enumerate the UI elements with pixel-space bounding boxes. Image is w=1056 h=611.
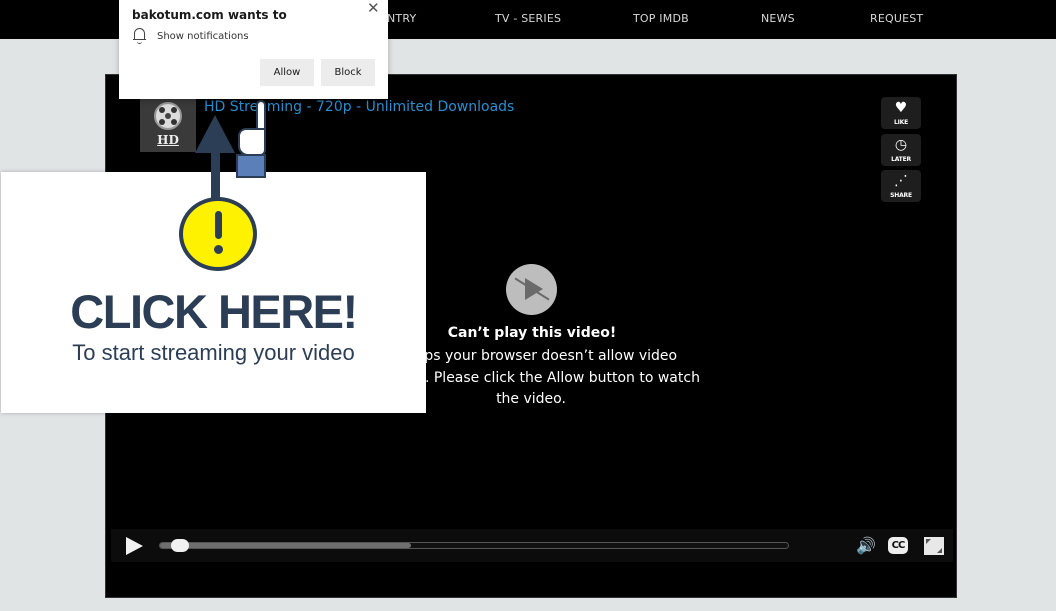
ad-headline: CLICK HERE!: [70, 285, 358, 338]
allow-button[interactable]: Allow: [260, 59, 314, 86]
share-button[interactable]: ⋰ SHARE: [881, 170, 921, 202]
seek-bar[interactable]: [159, 539, 789, 552]
block-button[interactable]: Block: [321, 59, 375, 86]
player-controls: 🔊 CC: [111, 529, 953, 562]
click-here-ad[interactable]: CLICK HERE! To start streaming your vide…: [1, 172, 426, 413]
nav-item-news[interactable]: NEWS: [761, 12, 795, 25]
blocked-play-icon: [506, 264, 557, 315]
play-icon[interactable]: [126, 537, 143, 555]
up-arrow-shaft: [211, 150, 220, 200]
share-label: SHARE: [890, 192, 912, 199]
later-button[interactable]: ◷ LATER: [881, 134, 921, 166]
fullscreen-icon[interactable]: [924, 537, 944, 555]
nav-item-tv-series[interactable]: TV - SERIES: [495, 12, 561, 25]
permission-text: Show notifications: [157, 31, 249, 42]
up-arrow-icon: [195, 115, 235, 153]
notification-permission-prompt: bakotum.com wants to ✕ Show notification…: [119, 0, 388, 99]
like-button[interactable]: ♥ LIKE: [881, 97, 921, 129]
film-reel-icon: [154, 102, 182, 130]
hd-logo: HD: [140, 97, 196, 152]
hd-logo-text: HD: [157, 133, 179, 147]
later-label: LATER: [891, 156, 911, 163]
captions-button[interactable]: CC: [888, 537, 908, 554]
volume-icon[interactable]: 🔊: [856, 536, 876, 555]
warning-icon: [179, 197, 257, 271]
seek-handle[interactable]: [171, 539, 189, 552]
close-icon[interactable]: ✕: [367, 0, 380, 17]
prompt-site-text: bakotum.com wants to: [132, 8, 287, 22]
buffered-fill: [160, 543, 412, 548]
nav-item-request[interactable]: REQUEST: [870, 12, 923, 25]
ad-subline: To start streaming your video: [72, 340, 355, 365]
share-icon: ⋰: [894, 173, 908, 189]
like-label: LIKE: [893, 119, 908, 126]
clock-icon: ◷: [894, 137, 908, 153]
pointing-hand-icon: [236, 100, 268, 178]
nav-item-top-imdb[interactable]: TOP IMDB: [633, 12, 689, 25]
bell-icon: [133, 28, 146, 44]
heart-icon: ♥: [894, 100, 908, 116]
